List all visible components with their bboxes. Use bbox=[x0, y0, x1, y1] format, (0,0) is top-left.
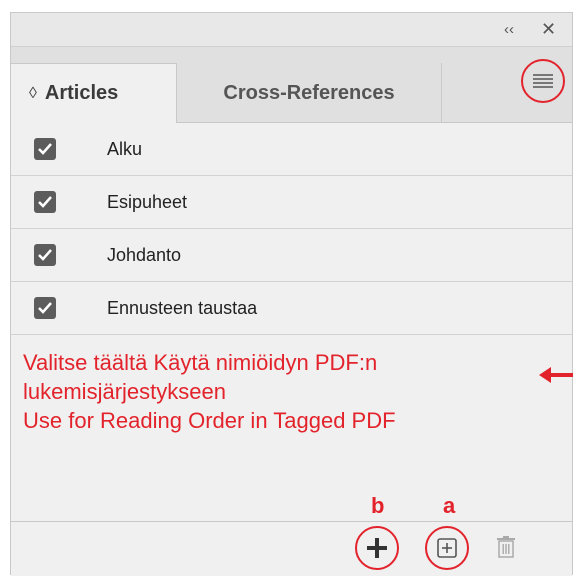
marker-a: a bbox=[443, 493, 456, 518]
checkbox[interactable] bbox=[34, 244, 56, 266]
marker-b: b bbox=[371, 493, 385, 518]
close-icon[interactable]: ✕ bbox=[541, 19, 556, 39]
annotation-text: Valitse täältä Käytä nimiöidyn PDF:n luk… bbox=[23, 348, 563, 435]
panel-bottom-toolbar bbox=[11, 521, 572, 576]
annotation-line-2: lukemisjärjestykseen bbox=[23, 379, 226, 404]
articles-panel: ‹‹ ✕ ◊ Articles Cross-References Alku Es… bbox=[10, 12, 573, 576]
panel-menu-button[interactable] bbox=[521, 59, 565, 103]
checkbox[interactable] bbox=[34, 297, 56, 319]
panel-titlebar: ‹‹ ✕ bbox=[11, 13, 572, 47]
list-item[interactable]: Ennusteen taustaa bbox=[11, 282, 572, 335]
article-label: Ennusteen taustaa bbox=[107, 297, 258, 318]
sort-arrows-icon: ◊ bbox=[29, 84, 37, 102]
double-chevron-left-icon[interactable]: ‹‹ bbox=[504, 20, 514, 40]
trash-icon bbox=[497, 536, 515, 558]
check-icon bbox=[38, 143, 52, 155]
article-label: Johdanto bbox=[107, 244, 182, 265]
hamburger-menu-icon bbox=[533, 74, 553, 88]
check-icon bbox=[38, 196, 52, 208]
checkbox[interactable] bbox=[34, 191, 56, 213]
plus-box-icon bbox=[437, 538, 457, 558]
add-article-button[interactable] bbox=[355, 526, 399, 570]
article-label: Alku bbox=[107, 138, 143, 159]
add-selected-to-article-button[interactable] bbox=[425, 526, 469, 570]
plus-icon bbox=[367, 538, 387, 558]
article-label: Esipuheet bbox=[107, 191, 188, 212]
list-item[interactable]: Alku bbox=[11, 123, 572, 176]
check-icon bbox=[38, 249, 52, 261]
tab-articles[interactable]: ◊ Articles bbox=[11, 63, 177, 123]
tab-cross-references-label: Cross-References bbox=[223, 81, 395, 104]
annotation-line-3: Use for Reading Order in Tagged PDF bbox=[23, 408, 396, 433]
annotation-line-1: Valitse täältä Käytä nimiöidyn PDF:n bbox=[23, 350, 378, 375]
checkbox[interactable] bbox=[34, 138, 56, 160]
articles-list: Alku Esipuheet Johdanto Ennusteen tausta… bbox=[11, 123, 572, 335]
tab-articles-label: Articles bbox=[44, 82, 119, 104]
delete-article-button[interactable] bbox=[497, 536, 515, 563]
tab-cross-references[interactable]: Cross-References bbox=[177, 63, 442, 123]
list-item[interactable]: Johdanto bbox=[11, 229, 572, 282]
arrow-left-icon bbox=[539, 367, 573, 383]
tab-bar: ◊ Articles Cross-References bbox=[11, 47, 572, 123]
check-icon bbox=[38, 302, 52, 314]
list-item[interactable]: Esipuheet bbox=[11, 176, 572, 229]
